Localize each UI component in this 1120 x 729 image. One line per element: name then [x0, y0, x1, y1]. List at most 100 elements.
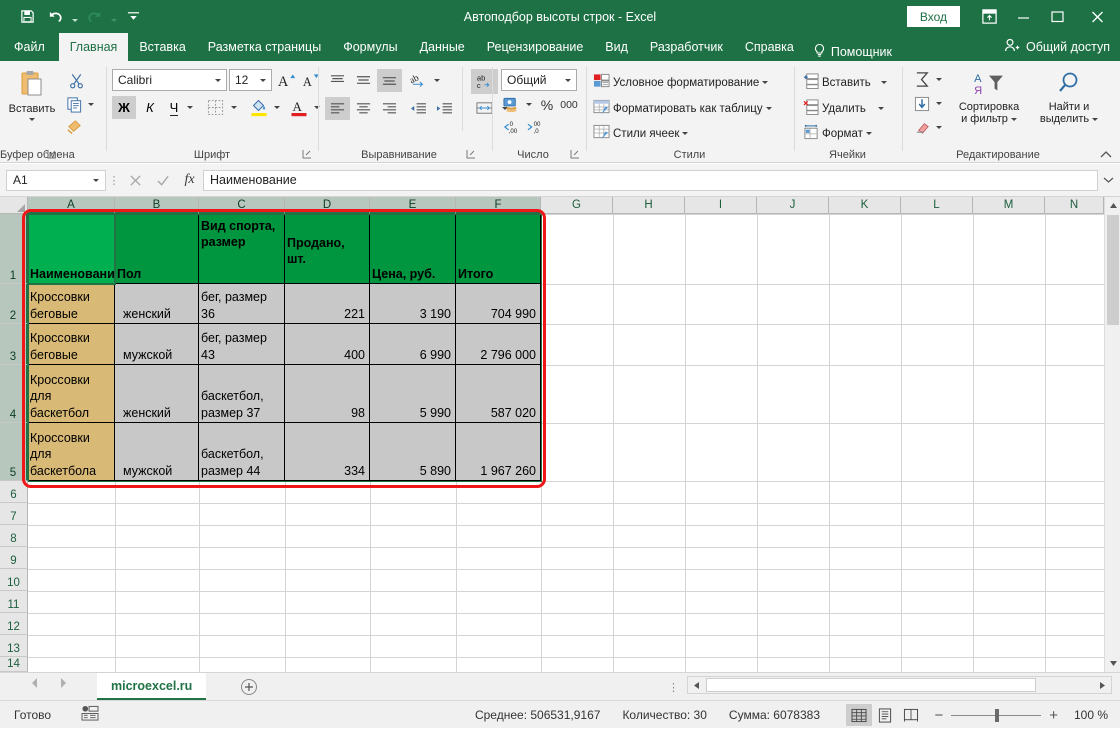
delete-cells-button[interactable]: Удалить: [803, 99, 866, 118]
column-header-a[interactable]: A: [28, 197, 115, 214]
cell-a2[interactable]: Кроссовки беговые: [28, 284, 115, 324]
increase-decimal-button[interactable]: 0,00: [499, 117, 523, 138]
previous-sheet-icon[interactable]: [30, 677, 40, 692]
cell-b5[interactable]: мужской: [115, 423, 199, 481]
insert-function-icon[interactable]: fx: [176, 168, 203, 192]
cell-styles-button[interactable]: Стили ячеек: [593, 124, 688, 143]
column-header-k[interactable]: K: [829, 197, 901, 214]
decrease-decimal-button[interactable]: 00,0: [523, 117, 547, 138]
column-header-g[interactable]: G: [541, 197, 613, 214]
cell-b2[interactable]: женский: [115, 284, 199, 324]
row-header-9[interactable]: 9: [0, 547, 28, 569]
cell-c3[interactable]: бег, размер 43: [199, 324, 285, 365]
tab-help[interactable]: Справка: [734, 33, 805, 61]
sort-filter-button[interactable]: АЯ Сортировка и фильтр: [951, 71, 1027, 125]
copy-button[interactable]: [62, 93, 86, 115]
cell-e2[interactable]: 3 190: [370, 284, 456, 324]
cell-c5[interactable]: баскетбол, размер 44: [199, 423, 285, 481]
tab-home[interactable]: Главная: [59, 33, 129, 61]
alignment-dialog-launcher[interactable]: [466, 149, 477, 160]
format-painter-button[interactable]: [62, 115, 86, 137]
font-size-combo[interactable]: 12: [229, 69, 272, 91]
sheet-tab-splitter[interactable]: ⋮: [668, 681, 679, 694]
cell-d3[interactable]: 400: [285, 324, 370, 365]
bold-button[interactable]: Ж: [112, 96, 136, 119]
horizontal-scrollbar[interactable]: [687, 676, 1112, 694]
tab-data[interactable]: Данные: [409, 33, 476, 61]
paste-button[interactable]: Вставить: [6, 69, 58, 121]
align-left-button[interactable]: [325, 97, 350, 120]
percent-format-button[interactable]: %: [537, 94, 557, 115]
page-break-view-button[interactable]: [898, 704, 924, 726]
tab-formulas[interactable]: Формулы: [332, 33, 408, 61]
cell-d5[interactable]: 334: [285, 423, 370, 481]
increase-indent-button[interactable]: [431, 97, 456, 120]
align-right-button[interactable]: [377, 97, 402, 120]
macro-record-icon[interactable]: [81, 705, 99, 724]
collapse-ribbon-button[interactable]: [1098, 147, 1114, 161]
zoom-level-label[interactable]: 100 %: [1066, 708, 1108, 722]
clear-button[interactable]: [911, 117, 933, 138]
orientation-button[interactable]: ab: [407, 69, 432, 92]
find-select-button[interactable]: Найти и выделить: [1031, 71, 1107, 125]
add-sheet-icon[interactable]: [240, 678, 258, 696]
cell-e1[interactable]: Цена, руб.: [370, 214, 456, 284]
autosum-button[interactable]: [911, 69, 933, 90]
vertical-scrollbar[interactable]: [1104, 197, 1120, 672]
column-header-b[interactable]: B: [115, 197, 199, 214]
vertical-scroll-thumb[interactable]: [1107, 215, 1119, 325]
name-box[interactable]: A1: [6, 170, 106, 191]
column-header-c[interactable]: C: [199, 197, 285, 214]
orientation-dropdown-icon[interactable]: [431, 74, 442, 87]
maximize-button[interactable]: [1040, 0, 1074, 33]
cell-b3[interactable]: мужской: [115, 324, 199, 365]
horizontal-scroll-thumb[interactable]: [706, 678, 1036, 692]
name-box-dropdown-icon[interactable]: [93, 179, 99, 182]
cell-styles-dropdown-icon[interactable]: [682, 132, 688, 135]
formula-input[interactable]: Наименование: [203, 170, 1098, 191]
tab-insert[interactable]: Вставка: [128, 33, 196, 61]
zoom-slider-thumb[interactable]: [995, 709, 999, 722]
cell-c4[interactable]: баскетбол, размер 37: [199, 365, 285, 423]
row-header-12[interactable]: 12: [0, 613, 28, 635]
align-bottom-button[interactable]: [377, 69, 402, 92]
fill-color-button[interactable]: [247, 96, 271, 119]
insert-cells-dropdown-icon[interactable]: [878, 75, 890, 89]
format-as-table-dropdown-icon[interactable]: [766, 107, 772, 110]
page-layout-view-button[interactable]: [872, 704, 898, 726]
align-center-button[interactable]: [351, 97, 376, 120]
column-header-i[interactable]: I: [685, 197, 757, 214]
font-dialog-launcher[interactable]: [302, 149, 313, 160]
select-all-button[interactable]: [0, 197, 28, 214]
column-header-d[interactable]: D: [285, 197, 370, 214]
tab-page-layout[interactable]: Разметка страницы: [197, 33, 332, 61]
font-name-combo[interactable]: Calibri: [112, 69, 227, 91]
borders-dropdown-icon[interactable]: [228, 101, 239, 114]
cell-f3[interactable]: 2 796 000: [456, 324, 541, 365]
align-middle-button[interactable]: [351, 69, 376, 92]
tell-me-search[interactable]: Помощник: [813, 43, 892, 61]
increase-font-size-button[interactable]: A: [275, 69, 297, 91]
scroll-left-button[interactable]: [688, 677, 705, 693]
fill-dropdown-icon[interactable]: [933, 97, 945, 110]
align-top-button[interactable]: [325, 69, 350, 92]
cell-b1[interactable]: Пол: [115, 214, 199, 284]
column-header-n[interactable]: N: [1045, 197, 1104, 214]
tab-file[interactable]: Файл: [0, 33, 59, 61]
clear-dropdown-icon[interactable]: [933, 121, 945, 134]
status-average[interactable]: Среднее: 506531,9167: [475, 708, 600, 722]
enter-icon[interactable]: [149, 168, 176, 192]
row-header-2[interactable]: 2: [0, 284, 28, 324]
cut-button[interactable]: [64, 69, 88, 91]
sheet-tab-active[interactable]: microexcel.ru: [97, 673, 206, 700]
column-header-f[interactable]: F: [456, 197, 541, 214]
fill-color-dropdown-icon[interactable]: [271, 101, 282, 114]
copy-dropdown-icon[interactable]: [86, 98, 96, 110]
expand-formula-bar-icon[interactable]: [1100, 171, 1116, 189]
font-color-button[interactable]: A: [287, 96, 311, 119]
zoom-out-button[interactable]: −: [934, 707, 943, 724]
find-select-dropdown-icon[interactable]: [1092, 118, 1098, 121]
cell-f2[interactable]: 704 990: [456, 284, 541, 324]
conditional-formatting-button[interactable]: Условное форматирование: [593, 73, 768, 92]
share-button[interactable]: Общий доступ: [1004, 33, 1110, 61]
